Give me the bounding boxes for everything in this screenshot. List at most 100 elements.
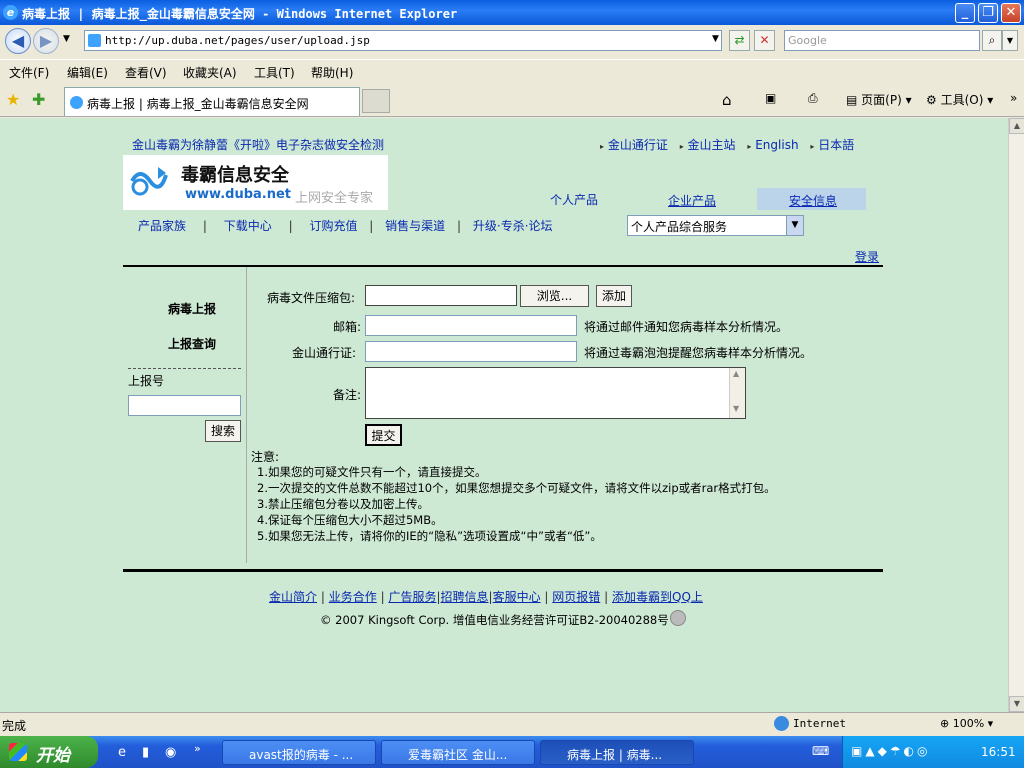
status-bar: 完成 Internet ⊕ 100% ▾ bbox=[0, 712, 1024, 736]
page-scrollbar[interactable]: ▲ ▼ bbox=[1008, 118, 1024, 712]
add-button[interactable]: 添加 bbox=[596, 285, 632, 307]
file-input[interactable] bbox=[365, 285, 517, 306]
quicklaunch-ie-icon[interactable]: e bbox=[118, 745, 126, 760]
login-link[interactable]: 登录 bbox=[855, 248, 879, 265]
tab-active[interactable]: 病毒上报 | 病毒上报_金山毒霸信息安全网 bbox=[64, 87, 360, 116]
sidebar-dash-divider bbox=[128, 368, 241, 369]
duba-logo-icon bbox=[128, 161, 168, 201]
stop-button[interactable]: ✕ bbox=[754, 30, 775, 51]
footer-business[interactable]: 业务合作 bbox=[329, 590, 377, 604]
tab-personal-products[interactable]: 个人产品 bbox=[550, 191, 598, 208]
footer-service[interactable]: 客服中心 bbox=[493, 590, 541, 604]
address-toolbar: ◀ ▶ ▼ http://up.duba.net/pages/user/uplo… bbox=[0, 25, 1024, 59]
zoom-level[interactable]: ⊕ 100% ▾ bbox=[940, 717, 993, 730]
address-url: http://up.duba.net/pages/user/upload.jsp bbox=[105, 34, 370, 47]
search-input[interactable]: Google bbox=[784, 30, 980, 51]
remark-label: 备注: bbox=[333, 388, 362, 402]
footer-add-qq[interactable]: 添加毒霸到QQ上 bbox=[612, 590, 703, 604]
forward-button[interactable]: ▶ bbox=[33, 28, 59, 54]
link-english[interactable]: English bbox=[755, 138, 798, 152]
address-input[interactable]: http://up.duba.net/pages/user/upload.jsp bbox=[84, 30, 722, 51]
sidebar-report[interactable]: 病毒上报 bbox=[168, 300, 216, 317]
bullet-icon: ▸ bbox=[679, 142, 684, 151]
feeds-icon[interactable]: ▣ bbox=[765, 91, 776, 105]
minimize-button[interactable]: _ bbox=[955, 3, 975, 23]
service-select[interactable]: 个人产品综合服务 ▼ bbox=[627, 215, 804, 236]
print-icon[interactable]: ⎙ bbox=[808, 91, 818, 106]
sidebar-search-button[interactable]: 搜索 bbox=[205, 420, 241, 442]
search-icon[interactable]: ⌕ bbox=[982, 30, 1002, 51]
email-input[interactable] bbox=[365, 315, 577, 336]
file-label: 病毒文件压缩包: bbox=[267, 291, 356, 305]
start-button[interactable]: 开始 bbox=[0, 736, 98, 768]
scroll-down-icon[interactable]: ▼ bbox=[733, 404, 739, 413]
refresh-button[interactable]: ⇄ bbox=[729, 30, 750, 51]
sidebar-query[interactable]: 上报查询 bbox=[168, 335, 216, 352]
site-logo[interactable]: 毒霸信息安全 www.duba.net 上网安全专家 bbox=[123, 155, 388, 210]
menu-view[interactable]: 查看(V) bbox=[125, 64, 167, 81]
task-label: avast报的病毒 - ... bbox=[249, 748, 354, 762]
close-button[interactable]: ✕ bbox=[1001, 3, 1021, 23]
home-icon[interactable]: ⌂ bbox=[722, 91, 732, 109]
task-community[interactable]: 爱毒霸社区 金山... bbox=[381, 740, 535, 765]
scroll-up-icon[interactable]: ▲ bbox=[1009, 118, 1024, 134]
footer-about[interactable]: 金山简介 bbox=[269, 590, 317, 604]
sidebar-divider bbox=[246, 267, 247, 563]
task-label: 爱毒霸社区 金山... bbox=[408, 748, 508, 762]
address-dropdown-icon[interactable]: ▼ bbox=[705, 30, 726, 51]
nav-download[interactable]: 下载中心 bbox=[224, 219, 272, 233]
footer-report-error[interactable]: 网页报错 bbox=[552, 590, 600, 604]
quicklaunch-app-icon[interactable]: ▮ bbox=[142, 745, 149, 760]
browse-button[interactable]: 浏览... bbox=[520, 285, 589, 307]
remark-textarea[interactable]: ▲ ▼ bbox=[365, 367, 746, 419]
favorites-star-icon[interactable]: ★ bbox=[6, 90, 20, 109]
menu-edit[interactable]: 编辑(E) bbox=[67, 64, 108, 81]
tab-enterprise-products[interactable]: 企业产品 bbox=[668, 192, 716, 209]
scroll-down-icon[interactable]: ▼ bbox=[1009, 696, 1024, 712]
footer-ads[interactable]: 广告服务 bbox=[388, 590, 436, 604]
chevron-down-icon[interactable]: ▼ bbox=[786, 216, 803, 235]
tray-icons[interactable]: ▣▲◆☂◐◎ bbox=[851, 744, 931, 758]
tab-ie-icon bbox=[70, 96, 83, 109]
toolbar-overflow-icon[interactable]: » bbox=[1010, 91, 1017, 105]
license-badge-icon[interactable] bbox=[670, 610, 686, 626]
promo-link[interactable]: 金山毒霸为徐静蕾《开啦》电子杂志做安全检测 bbox=[132, 136, 384, 153]
passport-hint: 将通过毒霸泡泡提醒您病毒样本分析情况。 bbox=[584, 346, 813, 360]
menu-file[interactable]: 文件(F) bbox=[9, 64, 49, 81]
history-dropdown-icon[interactable]: ▼ bbox=[63, 34, 70, 44]
submit-button[interactable]: 提交 bbox=[365, 424, 402, 446]
remark-scrollbar[interactable]: ▲ ▼ bbox=[729, 368, 745, 418]
note-item: 1.如果您的可疑文件只有一个，请直接提交。 bbox=[257, 465, 487, 479]
link-passport[interactable]: 金山通行证 bbox=[608, 138, 668, 152]
add-favorite-icon[interactable]: ✚ bbox=[32, 90, 45, 109]
passport-input[interactable] bbox=[365, 341, 577, 362]
quicklaunch-media-icon[interactable]: ◉ bbox=[165, 745, 176, 760]
back-button[interactable]: ◀ bbox=[5, 28, 31, 54]
nav-sales[interactable]: 销售与渠道 bbox=[385, 219, 445, 233]
tools-menu[interactable]: ⚙ 工具(O) ▾ bbox=[926, 91, 993, 108]
email-label: 邮箱: bbox=[333, 320, 362, 334]
menu-help[interactable]: 帮助(H) bbox=[311, 64, 353, 81]
maximize-button[interactable]: ❐ bbox=[978, 3, 998, 23]
link-japanese[interactable]: 日本語 bbox=[818, 138, 854, 152]
keyboard-icon[interactable]: ⌨ bbox=[812, 744, 829, 758]
report-number-input[interactable] bbox=[128, 395, 241, 416]
nav-upgrade-forum[interactable]: 升级·专杀·论坛 bbox=[473, 219, 553, 233]
quicklaunch-overflow-icon[interactable]: » bbox=[194, 742, 201, 755]
search-options-icon[interactable]: ▼ bbox=[1002, 30, 1018, 51]
scroll-up-icon[interactable]: ▲ bbox=[733, 369, 739, 378]
link-main-site[interactable]: 金山主站 bbox=[688, 138, 736, 152]
task-avast[interactable]: avast报的病毒 - ... bbox=[222, 740, 376, 765]
tab-security-info[interactable]: 安全信息 bbox=[789, 192, 837, 209]
report-number-label: 上报号 bbox=[128, 374, 165, 388]
task-upload[interactable]: 病毒上报 | 病毒... bbox=[540, 740, 694, 765]
note-item: 2.一次提交的文件总数不能超过10个，如果您想提交多个可疑文件，请将文件以zip… bbox=[257, 481, 776, 495]
menu-tools[interactable]: 工具(T) bbox=[254, 64, 295, 81]
nav-purchase[interactable]: 订购充值 bbox=[309, 219, 357, 233]
footer-jobs[interactable]: 招聘信息 bbox=[441, 590, 489, 604]
nav-product-family[interactable]: 产品家族 bbox=[138, 219, 186, 233]
menu-favorites[interactable]: 收藏夹(A) bbox=[183, 64, 237, 81]
new-tab-button[interactable] bbox=[362, 89, 390, 113]
page-menu[interactable]: ▤ 页面(P) ▾ bbox=[846, 91, 912, 108]
taskbar: 开始 e ▮ ◉ » avast报的病毒 - ... 爱毒霸社区 金山... 病… bbox=[0, 736, 1024, 768]
